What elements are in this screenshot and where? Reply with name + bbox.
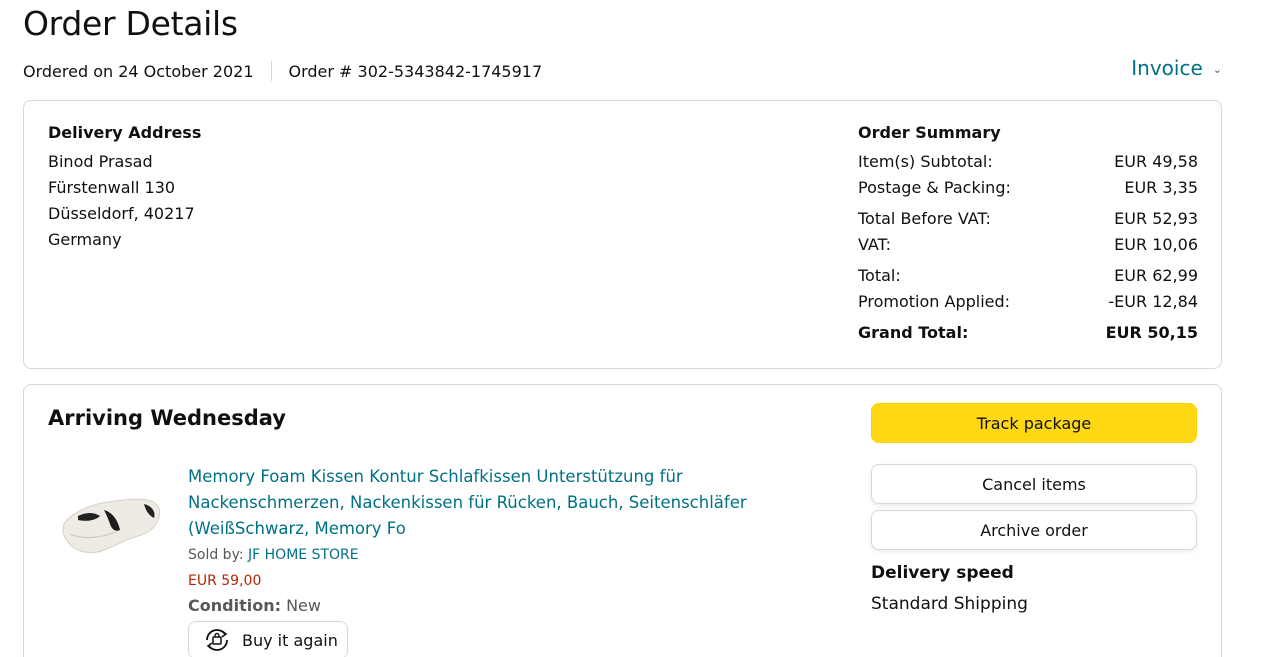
buy-again-icon [206, 629, 228, 651]
summary-row-before-vat: Total Before VAT: EUR 52,93 [858, 206, 1198, 232]
summary-value: EUR 52,93 [1114, 209, 1198, 228]
cancel-items-button[interactable]: Cancel items [871, 464, 1197, 504]
address-line: Düsseldorf, 40217 [48, 204, 195, 223]
condition-value: New [286, 596, 321, 615]
address-line: Germany [48, 230, 122, 249]
order-meta: Ordered on 24 October 2021 Order # 302-5… [23, 61, 542, 81]
invoice-label: Invoice [1131, 56, 1203, 80]
order-summary: Order Summary Item(s) Subtotal: EUR 49,5… [858, 123, 1198, 346]
summary-value: EUR 10,06 [1114, 235, 1198, 254]
product-title-link[interactable]: Memory Foam Kissen Kontur Schlafkissen U… [188, 464, 768, 542]
product-condition: Condition: New [188, 595, 768, 617]
product-price: EUR 59,00 [188, 573, 262, 589]
order-summary-heading: Order Summary [858, 123, 1001, 142]
summary-label: VAT: [858, 235, 892, 254]
summary-value: EUR 50,15 [1105, 323, 1198, 342]
summary-label: Postage & Packing: [858, 178, 1011, 197]
address-line: Binod Prasad [48, 152, 153, 171]
shipment-status: Arriving Wednesday [48, 406, 286, 430]
buy-again-button[interactable]: Buy it again [188, 621, 348, 657]
invoice-dropdown[interactable]: Invoice ⌄ [1131, 56, 1222, 80]
summary-value: EUR 3,35 [1124, 178, 1198, 197]
summary-row-vat: VAT: EUR 10,06 [858, 232, 1198, 258]
summary-value: -EUR 12,84 [1108, 292, 1198, 311]
sold-by: Sold by: JF HOME STORE [188, 543, 768, 567]
track-package-button[interactable]: Track package [871, 403, 1197, 443]
summary-row-subtotal: Item(s) Subtotal: EUR 49,58 [858, 149, 1198, 175]
archive-order-button[interactable]: Archive order [871, 510, 1197, 550]
summary-label: Promotion Applied: [858, 292, 1011, 311]
condition-label: Condition: [188, 596, 281, 615]
shipment-card: Arriving Wednesday Memory Foam Kissen Ko… [23, 384, 1222, 657]
summary-label: Total Before VAT: [858, 209, 991, 228]
summary-value: EUR 62,99 [1114, 266, 1198, 285]
order-number: Order # 302-5343842-1745917 [288, 61, 543, 81]
buy-again-label: Buy it again [242, 630, 338, 650]
order-date: Ordered on 24 October 2021 [23, 61, 254, 81]
delivery-speed-value: Standard Shipping [871, 594, 1028, 614]
delivery-address: Delivery Address Binod Prasad Fürstenwal… [48, 123, 201, 253]
summary-row-grand-total: Grand Total: EUR 50,15 [858, 320, 1198, 346]
product-image[interactable] [60, 490, 164, 558]
summary-label: Item(s) Subtotal: [858, 152, 993, 171]
summary-label: Total: [858, 266, 901, 285]
delivery-address-heading: Delivery Address [48, 123, 202, 142]
meta-divider [270, 61, 272, 81]
page-title: Order Details [23, 4, 238, 43]
sold-by-label: Sold by: [188, 547, 244, 563]
chevron-down-icon: ⌄ [1212, 62, 1222, 76]
order-info-card: Delivery Address Binod Prasad Fürstenwal… [23, 100, 1222, 369]
summary-label: Grand Total: [858, 323, 969, 342]
summary-row-total: Total: EUR 62,99 [858, 263, 1198, 289]
address-line: Fürstenwall 130 [48, 178, 176, 197]
product-info: Memory Foam Kissen Kontur Schlafkissen U… [188, 464, 768, 617]
delivery-speed-heading: Delivery speed [871, 563, 1014, 583]
summary-row-promotion: Promotion Applied: -EUR 12,84 [858, 289, 1198, 315]
summary-value: EUR 49,58 [1114, 152, 1198, 171]
summary-row-postage: Postage & Packing: EUR 3,35 [858, 175, 1198, 201]
seller-link[interactable]: JF HOME STORE [248, 547, 359, 563]
